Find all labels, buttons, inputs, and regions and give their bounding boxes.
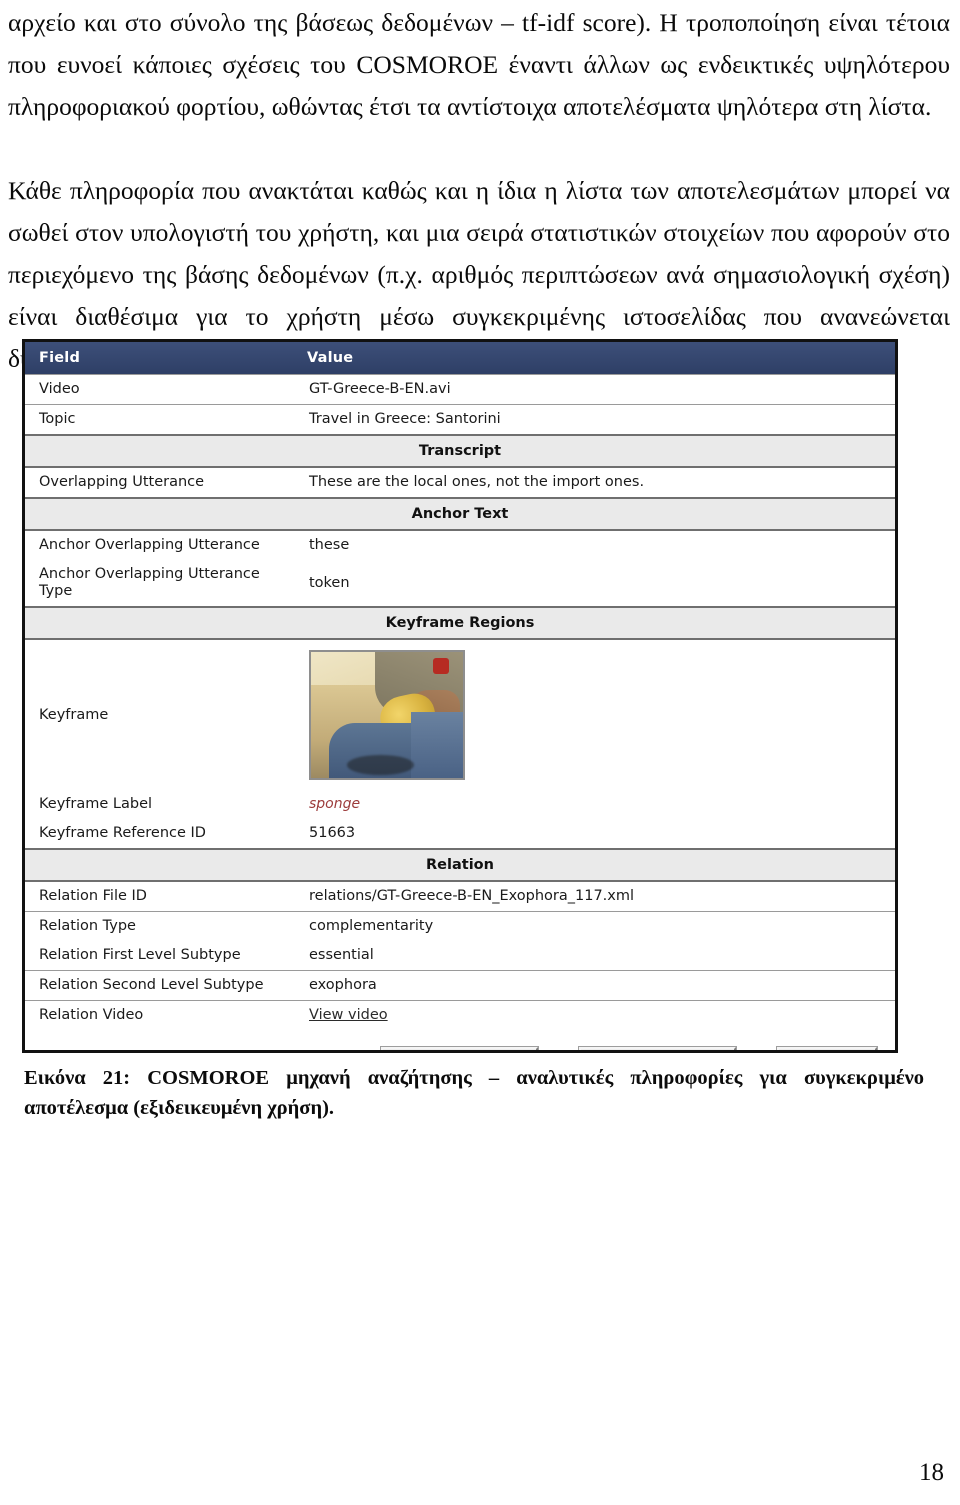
field-label: Relation Video <box>25 1000 293 1030</box>
section-title: Anchor Text <box>25 497 895 531</box>
table-row: Relation Video View video <box>25 1000 895 1030</box>
table-row: Anchor Overlapping Utterance these <box>25 530 895 560</box>
keyframe-thumbnail-image[interactable] <box>309 650 465 780</box>
body-text: αρχείο και στο σύνολο της βάσεως δεδομέν… <box>8 0 950 380</box>
save-as-html-button[interactable]: Save as HTML <box>380 1047 538 1050</box>
page-number: 18 <box>919 1459 944 1486</box>
field-value <box>293 639 895 790</box>
table-header-row: Field Value <box>25 342 895 375</box>
close-button[interactable]: Close <box>777 1047 877 1050</box>
field-value: essential <box>293 941 895 971</box>
view-video-link[interactable]: View video <box>309 1007 388 1023</box>
field-value: relations/GT-Greece-B-EN_Exophora_117.xm… <box>293 881 895 912</box>
field-label: Overlapping Utterance <box>25 467 293 498</box>
field-value: View video <box>293 1000 895 1030</box>
field-label: Keyframe Reference ID <box>25 819 293 849</box>
cosmoroe-result-details-window: Field Value Video GT-Greece-B-EN.avi Top… <box>22 339 898 1053</box>
field-value: complementarity <box>293 911 895 941</box>
table-row: Relation File ID relations/GT-Greece-B-E… <box>25 881 895 912</box>
field-value: GT-Greece-B-EN.avi <box>293 374 895 405</box>
table-row: Keyframe Reference ID 51663 <box>25 819 895 849</box>
photo-second-person-jeans-region <box>411 712 463 778</box>
section-header-relation: Relation <box>25 848 895 882</box>
save-as-text-button[interactable]: Save as Text <box>578 1047 736 1050</box>
result-details-table: Field Value Video GT-Greece-B-EN.avi Top… <box>25 342 895 1030</box>
field-value: these <box>293 530 895 560</box>
keyframe-label-value: sponge <box>309 796 361 812</box>
section-title: Transcript <box>25 434 895 468</box>
field-label: Relation Type <box>25 911 293 941</box>
section-title: Relation <box>25 848 895 882</box>
field-label: Topic <box>25 404 293 435</box>
figure-caption: Εικόνα 21: COSMOROE μηχανή αναζήτησης – … <box>24 1067 924 1119</box>
field-label: Anchor Overlapping Utterance <box>25 530 293 560</box>
field-value: token <box>293 560 895 607</box>
table-head: Field Value <box>25 342 895 375</box>
table-row: Relation Type complementarity <box>25 911 895 941</box>
table-row: Overlapping Utterance These are the loca… <box>25 467 895 498</box>
document-page: αρχείο και στο σύνολο της βάσεως δεδομέν… <box>0 0 960 1505</box>
dialog-button-bar: Save as HTML Save as Text Close <box>25 1030 895 1050</box>
paragraph-1: αρχείο και στο σύνολο της βάσεως δεδομέν… <box>8 8 950 121</box>
table-row: Anchor Overlapping Utterance Type token <box>25 560 895 607</box>
table-row: Keyframe Label sponge <box>25 790 895 819</box>
field-value: Travel in Greece: Santorini <box>293 404 895 435</box>
field-value: 51663 <box>293 819 895 849</box>
section-header-anchor-text: Anchor Text <box>25 497 895 531</box>
field-value: These are the local ones, not the import… <box>293 467 895 498</box>
column-header-value: Value <box>293 342 895 375</box>
column-header-field: Field <box>25 342 293 375</box>
table-row: Video GT-Greece-B-EN.avi <box>25 374 895 405</box>
field-label: Video <box>25 374 293 405</box>
table-body: Video GT-Greece-B-EN.avi Topic Travel in… <box>25 374 895 1030</box>
field-label: Keyframe Label <box>25 790 293 819</box>
table-row-keyframe: Keyframe <box>25 639 895 790</box>
photo-shirt-badge-region <box>433 658 450 675</box>
section-header-transcript: Transcript <box>25 434 895 468</box>
field-label: Relation First Level Subtype <box>25 941 293 971</box>
field-value: exophora <box>293 970 895 1001</box>
table-row: Relation First Level Subtype essential <box>25 941 895 971</box>
field-label: Relation Second Level Subtype <box>25 970 293 1001</box>
table-row: Topic Travel in Greece: Santorini <box>25 404 895 435</box>
field-value: sponge <box>293 790 895 819</box>
section-title: Keyframe Regions <box>25 606 895 640</box>
field-label: Relation File ID <box>25 881 293 912</box>
field-label: Anchor Overlapping Utterance Type <box>25 560 293 607</box>
field-label: Keyframe <box>25 639 293 790</box>
table-row: Relation Second Level Subtype exophora <box>25 970 895 1001</box>
section-header-keyframe-regions: Keyframe Regions <box>25 606 895 640</box>
